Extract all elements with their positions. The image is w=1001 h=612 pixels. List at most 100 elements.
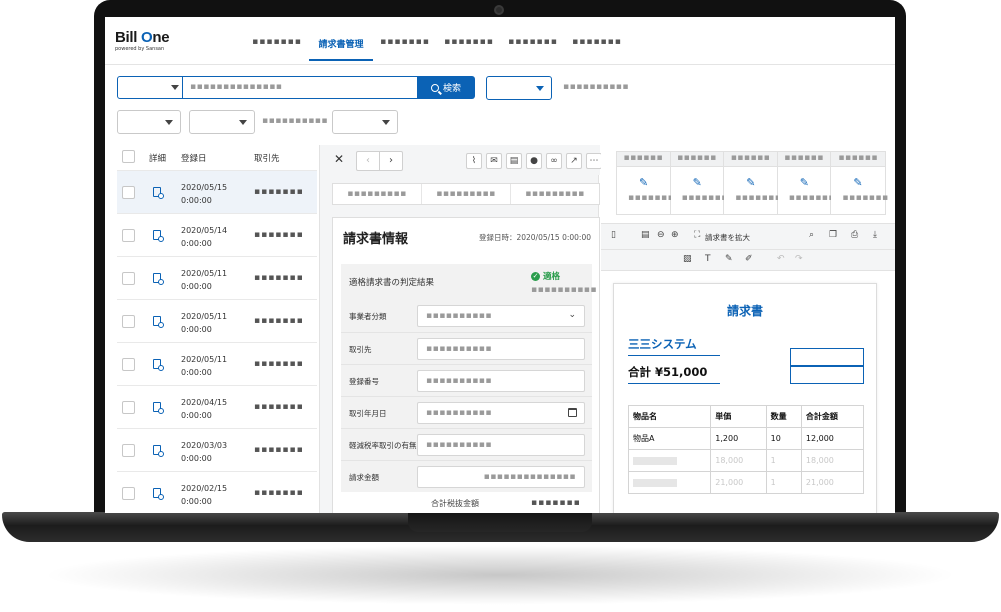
main-nav: ▪▪▪▪▪▪▪ 請求書管理 ▪▪▪▪▪▪▪ ▪▪▪▪▪▪▪ ▪▪▪▪▪▪▪ ▪▪…	[245, 37, 629, 61]
search-button[interactable]: 検索	[417, 76, 475, 99]
list-row[interactable]: 2020/03/03 0:00:00 ▪▪▪▪▪▪▪	[117, 428, 317, 471]
undo-icon[interactable]: ↶	[777, 254, 785, 264]
row-vendor: ▪▪▪▪▪▪▪	[254, 445, 304, 455]
invoice-total: 合計 ¥51,000	[628, 364, 720, 384]
row-vendor: ▪▪▪▪▪▪▪	[254, 488, 304, 498]
nav-item-5[interactable]: ▪▪▪▪▪▪▪	[501, 37, 565, 61]
mail-icon[interactable]: ✉	[486, 153, 502, 169]
row-checkbox[interactable]	[122, 272, 135, 285]
stamp-cell[interactable]: ▪▪▪▪▪▪ ✎ ▪▪▪▪▪▪▪	[831, 152, 888, 214]
comment-icon[interactable]: ●	[526, 153, 542, 169]
nav-item-1[interactable]: ▪▪▪▪▪▪▪	[245, 37, 309, 61]
list-row[interactable]: 2020/05/11 0:00:00 ▪▪▪▪▪▪▪	[117, 342, 317, 385]
invoice-detail-icon[interactable]	[153, 488, 164, 500]
calendar-icon[interactable]	[568, 408, 577, 417]
invoice-detail-icon[interactable]	[153, 316, 164, 328]
pen-icon[interactable]: ✎	[725, 254, 733, 264]
list-row[interactable]: 2020/04/15 0:00:00 ▪▪▪▪▪▪▪	[117, 385, 317, 428]
list-row[interactable]: 2020/05/14 0:00:00 ▪▪▪▪▪▪▪	[117, 213, 317, 256]
invoice-detail-icon[interactable]	[153, 273, 164, 285]
nav-item-3[interactable]: ▪▪▪▪▪▪▪	[373, 37, 437, 61]
transaction-date-field[interactable]: ▪▪▪▪▪▪▪▪▪▪	[417, 402, 585, 424]
col-detail: 詳細	[149, 154, 167, 164]
reduced-tax-field[interactable]: ▪▪▪▪▪▪▪▪▪▪	[417, 434, 585, 456]
link-icon[interactable]: ∞	[546, 153, 562, 169]
zoom-in-icon[interactable]: ⊕	[671, 230, 679, 240]
detail-tab-2[interactable]: ▪▪▪▪▪▪▪▪▪	[422, 184, 511, 204]
pencil-icon[interactable]: ✎	[800, 176, 809, 189]
invoice-detail-icon[interactable]	[153, 230, 164, 242]
list-row[interactable]: 2020/02/15 0:00:00 ▪▪▪▪▪▪▪	[117, 471, 317, 513]
row-checkbox[interactable]	[122, 315, 135, 328]
expand-invoice-button[interactable]: 請求書を拡大	[705, 232, 750, 243]
stamp-cell[interactable]: ▪▪▪▪▪▪ ✎ ▪▪▪▪▪▪▪	[777, 152, 834, 214]
info-title: 請求書情報	[343, 232, 409, 247]
invoice-items-table: 物品名 単価 数量 合計金額 物品A 1,200 10 12,000 18,00…	[627, 405, 865, 494]
document-icon[interactable]: ▤	[506, 153, 522, 169]
filter-dropdown-1[interactable]	[486, 76, 552, 100]
select-all-checkbox[interactable]	[122, 150, 135, 163]
text-tool-icon[interactable]: T	[705, 254, 711, 264]
copy-icon[interactable]: ❐	[829, 230, 837, 240]
pencil-icon[interactable]: ✎	[853, 176, 862, 189]
page-icon[interactable]: ▤	[641, 230, 650, 240]
amount-field[interactable]: ▪▪▪▪▪▪▪▪▪▪▪▪▪▪	[417, 466, 585, 488]
row-vendor: ▪▪▪▪▪▪▪	[254, 187, 304, 197]
pencil-icon[interactable]: ✎	[639, 176, 648, 189]
nav-item-invoice-management[interactable]: 請求書管理	[309, 37, 373, 61]
search-bar[interactable]: ▪▪▪▪▪▪▪▪▪▪▪▪▪▪	[117, 76, 418, 99]
row-checkbox[interactable]	[122, 186, 135, 199]
invoice-detail-icon[interactable]	[153, 445, 164, 457]
more-icon[interactable]: ⋯	[586, 153, 602, 169]
attachment-icon[interactable]: ⌇	[466, 153, 482, 169]
field-registration-number: 登録番号 ▪▪▪▪▪▪▪▪▪▪	[341, 364, 592, 396]
filter-dropdown-2[interactable]	[117, 110, 181, 134]
redo-icon[interactable]: ↷	[795, 254, 803, 264]
business-type-select[interactable]: ▪▪▪▪▪▪▪▪▪▪ ⌄	[417, 305, 585, 327]
print-icon[interactable]: ⎙	[851, 230, 858, 240]
highlighter-icon[interactable]: ✐	[745, 254, 753, 264]
search-icon[interactable]: ⌕	[809, 230, 814, 240]
pencil-icon[interactable]: ✎	[693, 176, 702, 189]
list-header: 詳細 登録日 取引先	[117, 145, 317, 170]
registration-number-field[interactable]: ▪▪▪▪▪▪▪▪▪▪	[417, 370, 585, 392]
stamp-cell[interactable]: ▪▪▪▪▪▪ ✎ ▪▪▪▪▪▪▪	[724, 152, 781, 214]
pencil-icon[interactable]: ✎	[746, 176, 755, 189]
row-checkbox[interactable]	[122, 229, 135, 242]
detail-tab-1[interactable]: ▪▪▪▪▪▪▪▪▪	[333, 184, 422, 204]
close-icon[interactable]: ✕	[334, 152, 344, 166]
nav-item-4[interactable]: ▪▪▪▪▪▪▪	[437, 37, 501, 61]
download-icon[interactable]: ⤓	[873, 230, 877, 240]
text-select-icon[interactable]: ▧	[683, 254, 692, 264]
nav-item-6[interactable]: ▪▪▪▪▪▪▪	[565, 37, 629, 61]
invoice-detail-icon[interactable]	[153, 402, 164, 414]
filter-dropdown-4[interactable]	[332, 110, 398, 134]
row-checkbox[interactable]	[122, 487, 135, 500]
row-vendor: ▪▪▪▪▪▪▪	[254, 316, 304, 326]
list-row[interactable]: 2020/05/11 0:00:00 ▪▪▪▪▪▪▪	[117, 299, 317, 342]
invoice-detail-icon[interactable]	[153, 187, 164, 199]
filter-dropdown-3[interactable]	[189, 110, 255, 134]
stamp-cell[interactable]: ▪▪▪▪▪▪ ✎ ▪▪▪▪▪▪▪	[670, 152, 727, 214]
row-checkbox[interactable]	[122, 358, 135, 371]
expand-icon[interactable]: ⛶	[694, 230, 700, 240]
zoom-out-icon[interactable]: ⊖	[657, 230, 665, 240]
next-icon[interactable]: ›	[380, 152, 402, 170]
detail-tab-3[interactable]: ▪▪▪▪▪▪▪▪▪	[511, 184, 599, 204]
sidebar-toggle-icon[interactable]: ▯	[611, 230, 616, 240]
invoice-title: 請求書	[726, 304, 763, 318]
row-checkbox[interactable]	[122, 401, 135, 414]
table-header-row: 物品名 単価 数量 合計金額	[627, 405, 865, 428]
logo[interactable]: Bill One powered by Sansan	[115, 29, 170, 52]
search-type-caret-icon[interactable]	[171, 85, 179, 90]
external-link-icon[interactable]: ↗	[566, 153, 582, 169]
list-row[interactable]: 2020/05/11 0:00:00 ▪▪▪▪▪▪▪	[117, 256, 317, 299]
stamp-cell[interactable]: ▪▪▪▪▪▪ ✎ ▪▪▪▪▪▪▪	[617, 152, 674, 214]
row-checkbox[interactable]	[122, 444, 135, 457]
prev-icon[interactable]: ‹	[357, 152, 380, 170]
invoice-detail-icon[interactable]	[153, 359, 164, 371]
vendor-field[interactable]: ▪▪▪▪▪▪▪▪▪▪	[417, 338, 585, 360]
list-row[interactable]: 2020/05/15 0:00:00 ▪▪▪▪▪▪▪	[117, 170, 317, 213]
search-input[interactable]: ▪▪▪▪▪▪▪▪▪▪▪▪▪▪	[190, 82, 282, 92]
field-reduced-tax: 軽減税率取引の有無 ▪▪▪▪▪▪▪▪▪▪	[341, 428, 592, 460]
